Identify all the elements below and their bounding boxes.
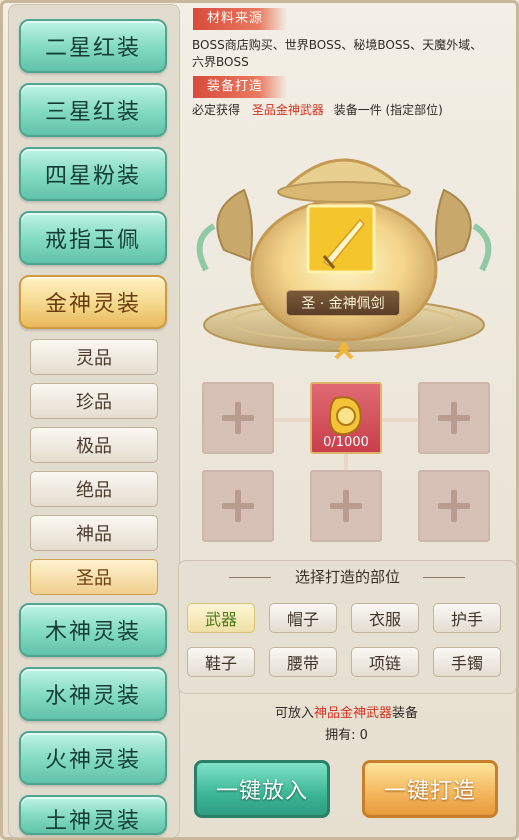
grade-sheng-selected[interactable]: 圣品 xyxy=(30,559,158,595)
grade-ji[interactable]: 极品 xyxy=(30,427,158,463)
owned-count: 拥有: 0 xyxy=(325,728,368,743)
menu-item-earth-god-partial[interactable]: 土神灵装 xyxy=(19,795,167,835)
part-select-panel: 选择打造的部位 武器 帽子 衣服 护手 鞋子 腰带 项链 手镯 xyxy=(178,560,517,694)
plus-icon xyxy=(420,384,488,452)
source-line-2: 六界BOSS xyxy=(192,55,249,69)
forge-desc: 必定获得 圣品金神武器 装备一件 (指定部位) xyxy=(192,101,443,118)
forge-desc-highlight: 圣品金神武器 xyxy=(251,103,324,117)
source-title-tag: 材料来源 xyxy=(193,8,288,30)
part-clothes[interactable]: 衣服 xyxy=(351,603,419,633)
put-info-suffix: 装备 xyxy=(392,706,419,721)
grade-jue[interactable]: 绝品 xyxy=(30,471,158,507)
menu-item-fire-god[interactable]: 火神灵装 xyxy=(19,731,167,785)
grade-ling[interactable]: 灵品 xyxy=(30,339,158,375)
plus-icon xyxy=(204,384,272,452)
forge-desc-suffix: 装备一件 (指定部位) xyxy=(333,103,443,117)
material-slot-5[interactable] xyxy=(310,470,382,542)
cauldron-illustration xyxy=(196,158,492,360)
put-info-highlight: 神品金神武器 xyxy=(313,706,392,721)
category-sidebar[interactable]: 二星红装 三星红装 四星粉装 戒指玉佩 金神灵装 灵品 珍品 极品 绝品 神品 … xyxy=(8,4,180,838)
menu-item-water-god[interactable]: 水神灵装 xyxy=(19,667,167,721)
material-slot-4[interactable] xyxy=(202,470,274,542)
plus-icon xyxy=(204,472,272,540)
forge-stage: 圣 · 金神佩剑 xyxy=(184,130,504,370)
part-belt[interactable]: 腰带 xyxy=(269,647,337,677)
material-slot-1[interactable] xyxy=(202,382,274,454)
grade-shen[interactable]: 神品 xyxy=(30,515,158,551)
menu-item-3star-red[interactable]: 三星红装 xyxy=(19,83,167,137)
material-slot-6[interactable] xyxy=(418,470,490,542)
menu-item-2star-red[interactable]: 二星红装 xyxy=(19,19,167,73)
source-line-1: BOSS商店购买、世界BOSS、秘境BOSS、天魔外域、 xyxy=(192,38,483,52)
menu-item-ring-jade[interactable]: 戒指玉佩 xyxy=(19,211,167,265)
menu-item-wood-god[interactable]: 木神灵装 xyxy=(19,603,167,657)
grade-zhen[interactable]: 珍品 xyxy=(30,383,158,419)
menu-item-4star-pink[interactable]: 四星粉装 xyxy=(19,147,167,201)
part-hat[interactable]: 帽子 xyxy=(269,603,337,633)
part-necklace[interactable]: 项链 xyxy=(351,647,419,677)
part-select-title: 选择打造的部位 xyxy=(294,568,400,586)
material-count: 0/1000 xyxy=(323,435,369,450)
part-gloves[interactable]: 护手 xyxy=(433,603,501,633)
put-info: 可放入神品金神武器装备 xyxy=(178,702,515,721)
put-info-prefix: 可放入 xyxy=(274,706,314,721)
forge-desc-prefix: 必定获得 xyxy=(192,103,241,117)
forge-title-tag: 装备打造 xyxy=(193,76,288,98)
part-bracelet[interactable]: 手镯 xyxy=(433,647,501,677)
part-weapon-selected[interactable]: 武器 xyxy=(187,603,255,633)
one-click-place-button[interactable]: 一键放入 xyxy=(194,760,330,818)
one-click-forge-button[interactable]: 一键打造 xyxy=(362,760,498,818)
menu-item-metal-god-selected[interactable]: 金神灵装 xyxy=(19,275,167,329)
result-item-name: 圣 · 金神佩剑 xyxy=(286,290,400,316)
material-slot-main[interactable]: 0/1000 xyxy=(310,382,382,454)
plus-icon xyxy=(312,472,380,540)
plus-icon xyxy=(420,472,488,540)
material-slot-3[interactable] xyxy=(418,382,490,454)
part-shoes[interactable]: 鞋子 xyxy=(187,647,255,677)
